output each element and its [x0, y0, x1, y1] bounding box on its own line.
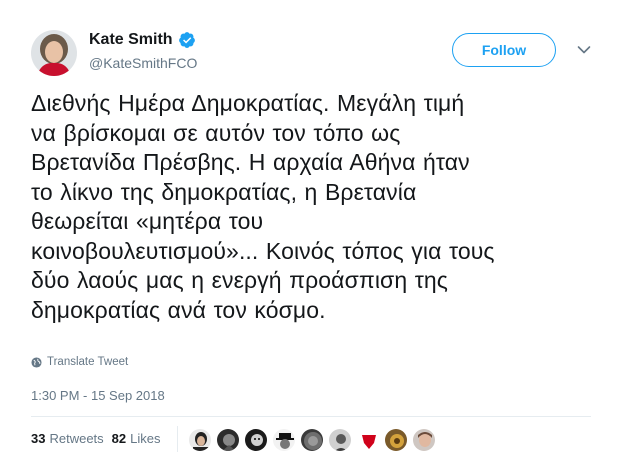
likes-stat[interactable]: 82 Likes — [112, 431, 161, 446]
liker-avatar[interactable] — [384, 428, 408, 452]
globe-icon — [31, 356, 42, 368]
liker-avatar[interactable] — [188, 428, 212, 452]
tweet-text-line: το λίκνο της δημοκρατίας, η Βρετανία — [31, 178, 417, 205]
liker-avatar[interactable] — [216, 428, 240, 452]
tweet-text-line: δύο λαούς μας η ενεργή προάσπιση της — [31, 267, 448, 293]
liker-avatar[interactable] — [328, 428, 352, 452]
liker-avatar[interactable] — [272, 428, 296, 452]
liker-avatar[interactable] — [244, 428, 268, 452]
liker-avatar[interactable] — [412, 428, 436, 452]
translate-tweet-link[interactable]: Translate Tweet — [31, 356, 128, 368]
likes-label: Likes — [130, 431, 161, 446]
likes-count: 82 — [111, 431, 127, 446]
tweet-stats: 33 Retweets 82 Likes — [31, 431, 169, 446]
follow-button[interactable]: Follow — [452, 33, 556, 67]
stats-separator — [177, 426, 178, 452]
author-handle[interactable]: @KateSmithFCO — [89, 55, 197, 71]
chevron-down-icon[interactable] — [577, 45, 591, 55]
liker-avatar[interactable] — [356, 428, 380, 452]
retweets-stat[interactable]: 33 Retweets — [31, 431, 104, 446]
verified-badge-icon — [178, 32, 195, 48]
retweets-label: Retweets — [49, 431, 104, 446]
retweets-count: 33 — [31, 431, 46, 446]
translate-tweet-label[interactable]: Translate Tweet — [47, 356, 128, 368]
tweet-text-line: δημοκρατίας ανά τον κόσμο. — [31, 296, 326, 323]
liker-avatars — [188, 428, 440, 452]
divider — [31, 416, 591, 417]
author-display-name[interactable]: Kate Smith — [89, 31, 173, 49]
liker-avatar[interactable] — [300, 428, 324, 452]
tweet-text: Διεθνής Ημέρα Δημοκρατίας. Μεγάλη τιμή ν… — [31, 89, 591, 325]
author-avatar[interactable] — [31, 30, 77, 76]
tweet-text-line: θεωρείται «μητέρα του — [31, 208, 264, 234]
tweet-text-line: Διεθνής Ημέρα Δημοκρατίας. Μεγάλη τιμή — [31, 90, 465, 116]
tweet-timestamp[interactable]: 1:30 PM - 15 Sep 2018 — [31, 388, 165, 403]
tweet-text-line: να βρίσκομαι σε αυτόν τον τόπο ως — [31, 119, 401, 146]
tweet-text-line: κοινοβουλευτισμού»... Κοινός τόπος για τ… — [31, 237, 495, 264]
tweet-text-line: Βρετανίδα Πρέσβης. Η αρχαία Αθήνα ήταν — [31, 149, 470, 175]
